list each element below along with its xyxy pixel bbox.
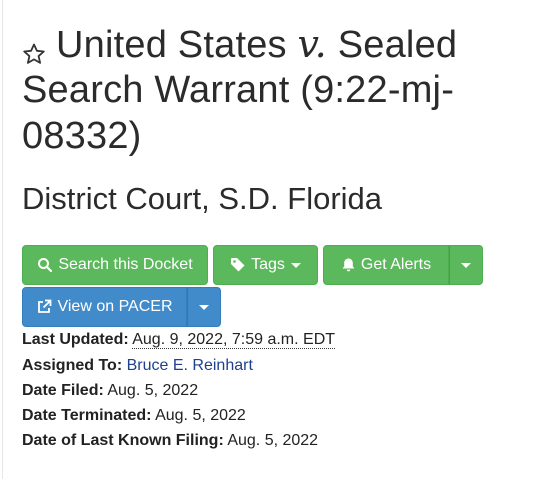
court-name: District Court, S.D. Florida xyxy=(22,181,383,216)
date-terminated-label: Date Terminated: xyxy=(22,407,152,424)
pacer-dropdown-toggle[interactable] xyxy=(187,287,221,327)
case-title-line-3: 08332) xyxy=(22,115,142,157)
search-docket-label: Search this Docket xyxy=(58,256,193,273)
search-docket-button[interactable]: Search this Docket xyxy=(22,245,208,285)
assigned-to-label: Assigned To: xyxy=(22,357,123,374)
get-alerts-button[interactable]: Get Alerts xyxy=(323,245,449,285)
case-title-versus: v. xyxy=(297,22,327,66)
date-terminated-row: Date Terminated: Aug. 5, 2022 xyxy=(22,405,246,427)
assigned-to-row: Assigned To: Bruce E. Reinhart xyxy=(22,355,253,377)
docket-page: United States v. Sealed Search Warrant (… xyxy=(0,0,553,479)
tags-button[interactable]: Tags xyxy=(213,245,318,285)
bell-icon xyxy=(342,258,355,272)
case-title-line-2: Search Warrant (9:22-mj- xyxy=(22,69,455,111)
date-filed-row: Date Filed: Aug. 5, 2022 xyxy=(22,380,198,402)
date-filed-value: Aug. 5, 2022 xyxy=(107,382,199,399)
last-updated-label: Last Updated: xyxy=(22,331,129,348)
case-title-part2: Sealed xyxy=(337,24,458,66)
last-known-filing-label: Date of Last Known Filing: xyxy=(22,432,224,449)
alerts-dropdown-toggle[interactable] xyxy=(449,245,483,285)
search-icon xyxy=(38,258,53,273)
case-title: United States v. Sealed xyxy=(22,22,457,67)
star-outline-icon[interactable] xyxy=(22,32,46,64)
case-title-part1: United States xyxy=(56,24,287,66)
caret-down-icon xyxy=(290,262,301,268)
get-alerts-label: Get Alerts xyxy=(360,256,432,273)
last-known-filing-value: Aug. 5, 2022 xyxy=(227,432,319,449)
tags-label: Tags xyxy=(251,256,285,273)
caret-down-icon xyxy=(461,262,471,268)
date-filed-label: Date Filed: xyxy=(22,382,104,399)
external-link-icon xyxy=(38,299,52,313)
last-known-filing-row: Date of Last Known Filing: Aug. 5, 2022 xyxy=(22,430,318,452)
tag-icon xyxy=(231,258,245,272)
date-terminated-value: Aug. 5, 2022 xyxy=(155,407,246,424)
view-on-pacer-label: View on PACER xyxy=(57,298,173,315)
last-updated-row: Last Updated: Aug. 9, 2022, 7:59 a.m. ED… xyxy=(22,329,336,351)
view-on-pacer-button[interactable]: View on PACER xyxy=(22,287,187,327)
page-border xyxy=(2,0,3,479)
last-updated-value: Aug. 9, 2022, 7:59 a.m. EDT xyxy=(132,331,336,349)
assigned-judge-link[interactable]: Bruce E. Reinhart xyxy=(127,357,253,374)
caret-down-icon xyxy=(199,304,209,310)
